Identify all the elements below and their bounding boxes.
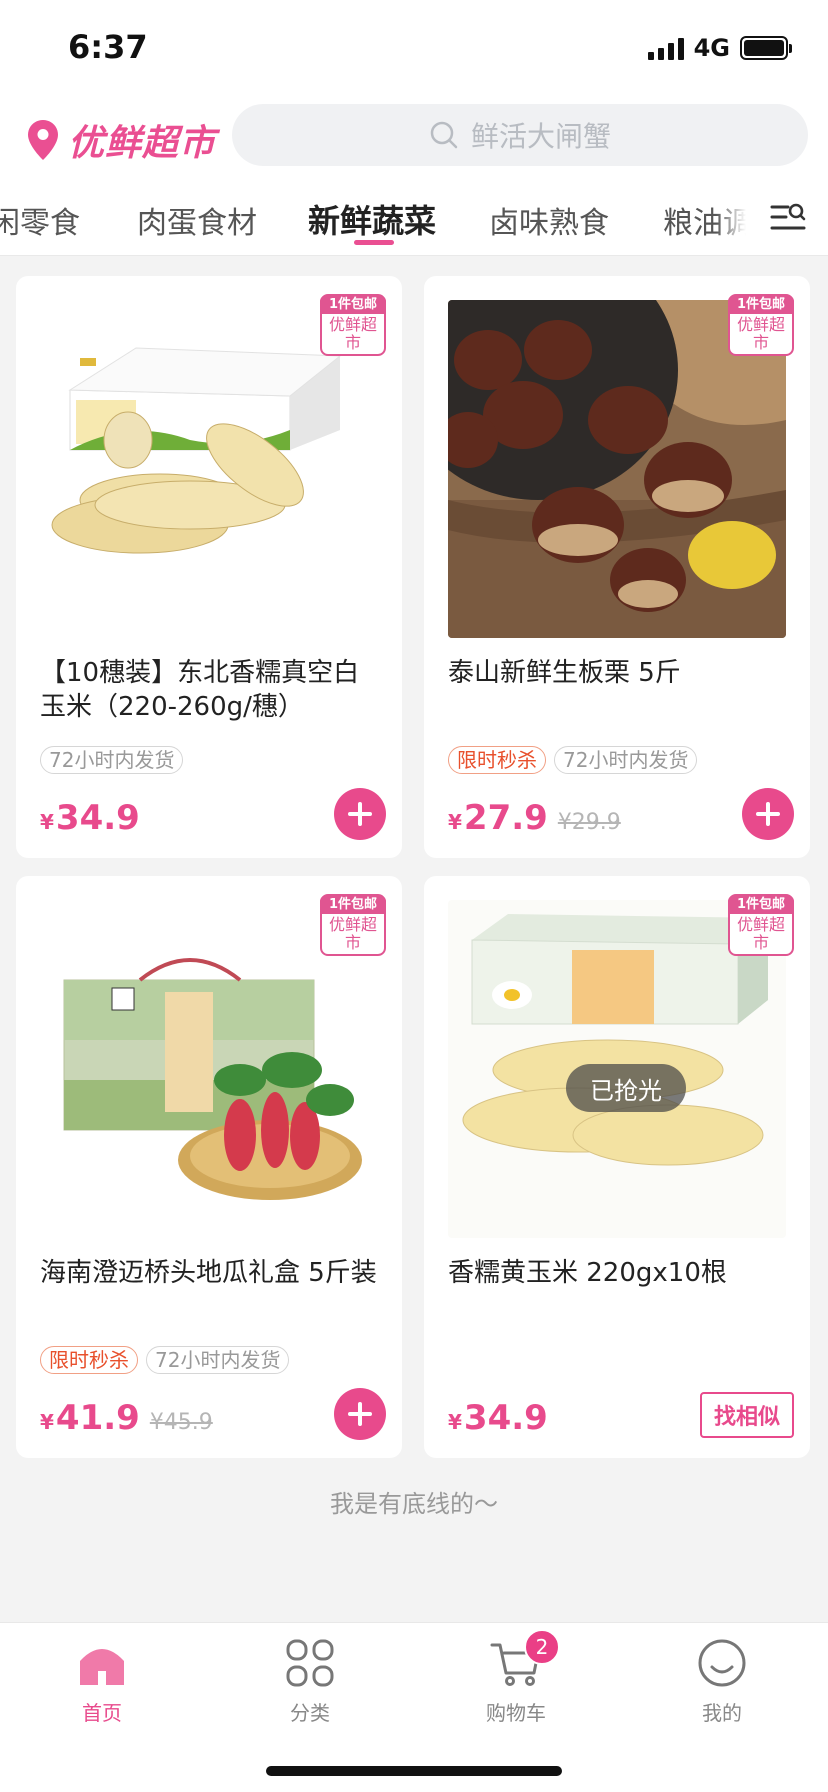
plus-icon — [348, 802, 372, 826]
signal-icon — [647, 36, 684, 60]
product-title[interactable]: 香糯黄玉米 220gx10根 — [448, 1256, 788, 1290]
product-title[interactable]: 海南澄迈桥头地瓜礼盒 5斤装 — [40, 1256, 380, 1290]
search-icon — [430, 121, 458, 149]
cart-count-badge: 2 — [524, 1629, 560, 1665]
product-title[interactable]: 泰山新鲜生板栗 5斤 — [448, 656, 788, 690]
status-bar: 6:37 4G — [0, 0, 828, 100]
shipping-tag: 72小时内发货 — [554, 746, 698, 774]
nav-category-label: 分类 — [290, 1701, 330, 1725]
product-price: ¥34.9 — [40, 798, 140, 838]
search-input[interactable]: 鲜活大闸蟹 — [232, 104, 808, 166]
add-to-cart-button[interactable] — [334, 1388, 386, 1440]
profile-icon — [696, 1637, 748, 1689]
nav-home-label: 首页 — [82, 1701, 122, 1725]
search-placeholder: 鲜活大闸蟹 — [470, 120, 611, 153]
network-type: 4G — [693, 34, 730, 62]
sold-out-label: 已抢光 — [566, 1064, 686, 1112]
price-row: ¥34.9 — [448, 1398, 548, 1438]
grid-icon — [284, 1637, 336, 1689]
flash-sale-tag: 限时秒杀 — [448, 746, 546, 774]
cart-icon: 2 — [490, 1629, 560, 1689]
product-tags: 限时秒杀 72小时内发货 — [448, 746, 698, 774]
category-filter-icon[interactable] — [770, 200, 806, 234]
plus-icon — [348, 1402, 372, 1426]
product-card[interactable]: 已抢光 1件包邮 优鲜超市 香糯黄玉米 220gx10根 ¥34.9 找相似 — [424, 876, 810, 1458]
product-price: ¥41.9 — [40, 1398, 140, 1438]
tab-snacks[interactable]: 闲零食 — [0, 198, 80, 242]
original-price: ¥29.9 — [557, 810, 621, 835]
status-time: 6:37 — [68, 28, 148, 66]
find-similar-button[interactable]: 找相似 — [700, 1392, 794, 1438]
nav-cart-label: 购物车 — [486, 1701, 546, 1725]
active-tab-indicator — [354, 240, 394, 245]
end-of-list-hint: 我是有底线的～ — [330, 1490, 498, 1518]
add-to-cart-button[interactable] — [334, 788, 386, 840]
free-shipping-badge: 1件包邮 优鲜超市 — [728, 294, 794, 356]
product-card[interactable]: 1件包邮 优鲜超市 【10穗装】东北香糯真空白玉米（220-260g/穗） 72小… — [16, 276, 402, 858]
product-card[interactable]: 1件包邮 优鲜超市 泰山新鲜生板栗 5斤 限时秒杀 72小时内发货 ¥27.9 ¥… — [424, 276, 810, 858]
product-tags: 72小时内发货 — [40, 746, 184, 774]
product-price: ¥27.9 — [448, 798, 548, 838]
free-shipping-badge: 1件包邮 优鲜超市 — [728, 894, 794, 956]
shipping-tag: 72小时内发货 — [40, 746, 184, 774]
tab-deli[interactable]: 卤味熟食 — [489, 198, 609, 242]
battery-icon — [740, 36, 792, 60]
category-tabs: 闲零食 肉蛋食材 新鲜蔬菜 卤味熟食 粮油调 — [0, 186, 828, 256]
price-row: ¥41.9 ¥45.9 — [40, 1398, 213, 1438]
add-to-cart-button[interactable] — [742, 788, 794, 840]
product-price: ¥34.9 — [448, 1398, 548, 1438]
app-header: 优鲜超市 鲜活大闸蟹 — [0, 100, 828, 200]
shipping-tag: 72小时内发货 — [146, 1346, 290, 1374]
free-shipping-badge: 1件包邮 优鲜超市 — [320, 894, 386, 956]
product-card[interactable]: 1件包邮 优鲜超市 海南澄迈桥头地瓜礼盒 5斤装 限时秒杀 72小时内发货 ¥41… — [16, 876, 402, 1458]
nav-cart[interactable]: 2 购物车 — [456, 1629, 576, 1726]
product-tags: 限时秒杀 72小时内发货 — [40, 1346, 290, 1374]
home-icon — [76, 1637, 128, 1689]
tab-meat-eggs[interactable]: 肉蛋食材 — [137, 198, 257, 242]
price-row: ¥27.9 ¥29.9 — [448, 798, 621, 838]
original-price: ¥45.9 — [149, 1410, 213, 1435]
tab-fade — [716, 186, 746, 248]
free-shipping-badge: 1件包邮 优鲜超市 — [320, 294, 386, 356]
location-pin-icon — [28, 120, 58, 160]
plus-icon — [756, 802, 780, 826]
nav-home[interactable]: 首页 — [42, 1637, 162, 1726]
store-brand[interactable]: 优鲜超市 — [26, 114, 216, 166]
nav-profile[interactable]: 我的 — [662, 1637, 782, 1726]
product-title[interactable]: 【10穗装】东北香糯真空白玉米（220-260g/穗） — [40, 656, 380, 724]
home-indicator — [266, 1766, 562, 1776]
tab-strip: 闲零食 肉蛋食材 新鲜蔬菜 卤味熟食 粮油调 — [0, 186, 746, 248]
nav-profile-label: 我的 — [702, 1701, 742, 1725]
nav-category[interactable]: 分类 — [250, 1637, 370, 1726]
status-indicators: 4G — [647, 34, 792, 62]
tab-fresh-vegetables[interactable]: 新鲜蔬菜 — [308, 196, 436, 242]
price-row: ¥34.9 — [40, 798, 140, 838]
brand-name: 优鲜超市 — [68, 123, 217, 164]
flash-sale-tag: 限时秒杀 — [40, 1346, 138, 1374]
